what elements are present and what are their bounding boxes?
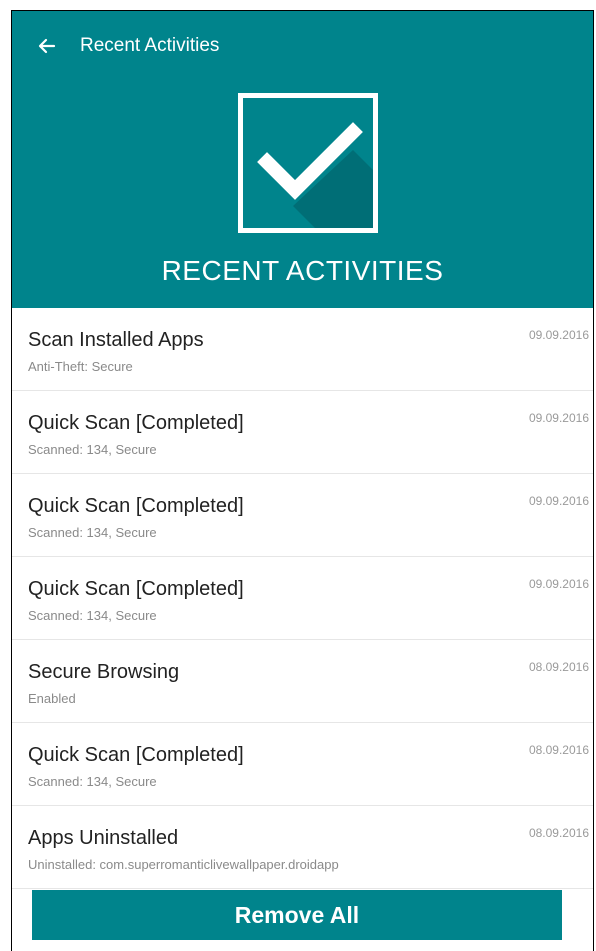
page-title: Recent Activities bbox=[80, 35, 220, 56]
header: Recent Activities RECENT ACTIVITIES bbox=[12, 11, 593, 308]
list-item[interactable]: Quick Scan [Completed] Scanned: 134, Sec… bbox=[12, 391, 593, 474]
list-item[interactable]: Scan Installed Apps Anti-Theft: Secure 0… bbox=[12, 308, 593, 391]
app-screen: Recent Activities RECENT ACTIVITIES Scan… bbox=[11, 10, 594, 951]
activity-title: Quick Scan [Completed] bbox=[28, 578, 244, 600]
arrow-left-icon bbox=[38, 38, 56, 54]
hero-heading: RECENT ACTIVITIES bbox=[161, 255, 444, 286]
activity-date: 09.09.2016 bbox=[528, 494, 589, 508]
activity-title: Quick Scan [Completed] bbox=[28, 495, 244, 517]
activity-date: 08.09.2016 bbox=[528, 743, 589, 757]
activity-date: 09.09.2016 bbox=[528, 328, 589, 342]
activity-subtitle: Scanned: 134, Secure bbox=[28, 442, 157, 457]
activity-subtitle: Enabled bbox=[28, 691, 76, 706]
list-item[interactable]: Quick Scan [Completed] Scanned: 134, Sec… bbox=[12, 557, 593, 640]
activity-title: Scan Installed Apps bbox=[28, 329, 204, 351]
activity-title: Quick Scan [Completed] bbox=[28, 412, 244, 434]
activity-subtitle: Anti-Theft: Secure bbox=[28, 359, 133, 374]
activity-subtitle: Scanned: 134, Secure bbox=[28, 525, 157, 540]
activity-list: Scan Installed Apps Anti-Theft: Secure 0… bbox=[12, 308, 593, 889]
activity-date: 08.09.2016 bbox=[528, 660, 589, 674]
activity-subtitle: Scanned: 134, Secure bbox=[28, 608, 157, 623]
activity-title: Secure Browsing bbox=[28, 661, 180, 683]
list-item[interactable]: Secure Browsing Enabled 08.09.2016 bbox=[12, 640, 593, 723]
activity-date: 08.09.2016 bbox=[528, 826, 589, 840]
list-item[interactable]: Apps Uninstalled Uninstalled: com.superr… bbox=[12, 806, 593, 889]
list-item[interactable]: Quick Scan [Completed] Scanned: 134, Sec… bbox=[12, 723, 593, 806]
list-item[interactable]: Quick Scan [Completed] Scanned: 134, Sec… bbox=[12, 474, 593, 557]
activity-subtitle: Scanned: 134, Secure bbox=[28, 774, 157, 789]
remove-all-button[interactable]: Remove All bbox=[32, 890, 562, 940]
back-button[interactable] bbox=[34, 33, 60, 59]
activity-title: Apps Uninstalled bbox=[28, 827, 179, 849]
activity-date: 09.09.2016 bbox=[528, 411, 589, 425]
activity-title: Quick Scan [Completed] bbox=[28, 744, 244, 766]
checkmark-icon bbox=[238, 93, 378, 233]
activity-subtitle: Uninstalled: com.superromanticlivewallpa… bbox=[28, 857, 339, 872]
activity-date: 09.09.2016 bbox=[528, 577, 589, 591]
